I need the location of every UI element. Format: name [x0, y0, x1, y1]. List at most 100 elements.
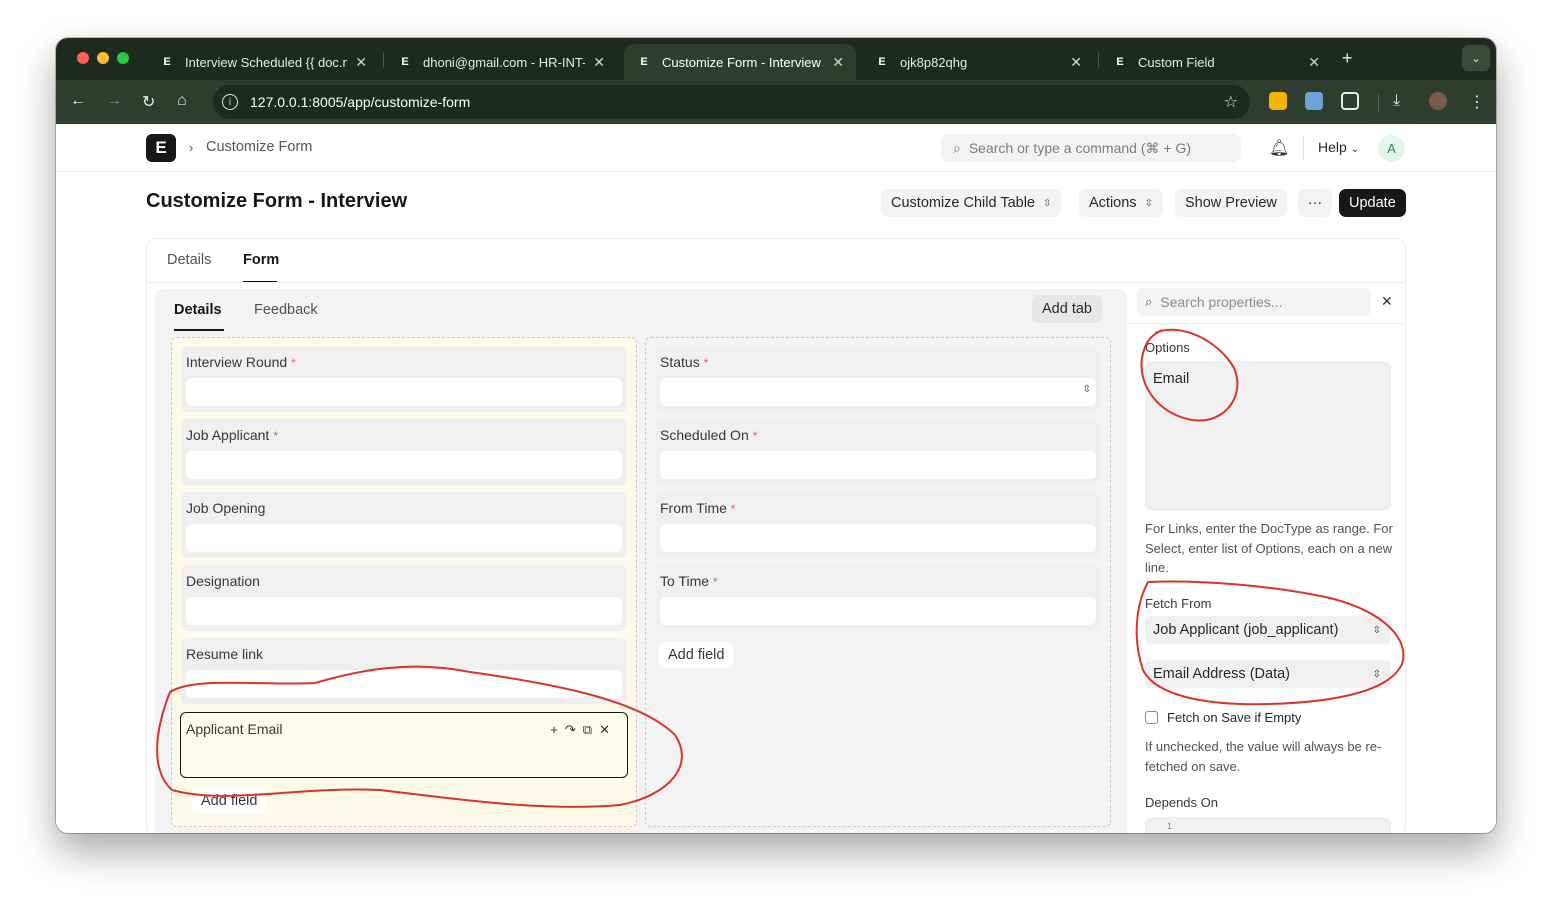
properties-divider	[1129, 323, 1405, 324]
form-builder: Details Feedback Add tab Interview Round…	[155, 289, 1127, 833]
field-applicant-email[interactable]: Applicant Email +↷⧉✕	[180, 712, 628, 778]
address-bar[interactable]: i 127.0.0.1:8005/app/customize-form ☆	[213, 85, 1250, 119]
customize-child-table-button[interactable]: Customize Child Table ⇳	[881, 189, 1062, 217]
form-tab-details[interactable]: Details	[174, 302, 222, 318]
field-input[interactable]	[186, 670, 622, 698]
actions-button[interactable]: Actions ⇳	[1079, 189, 1163, 217]
field-label: Interview Round *	[186, 354, 296, 370]
add-icon: +	[550, 722, 565, 737]
field-input[interactable]	[186, 597, 622, 625]
browser-toolbar: ← → ↻ ⌂ i 127.0.0.1:8005/app/customize-f…	[56, 80, 1496, 124]
field-action-icons[interactable]: +↷⧉✕	[550, 722, 617, 738]
browser-tab[interactable]: E dhoni@gmail.com - HR-INT-2 ✕	[385, 44, 617, 80]
tab-title: Interview Scheduled {{ doc.na	[185, 54, 348, 70]
field-to-time[interactable]: To Time *	[655, 565, 1101, 631]
browser-menu-icon[interactable]: ⋮	[1469, 92, 1485, 112]
notification-bell-icon[interactable]: 🔔︎	[1269, 138, 1289, 158]
close-window-button[interactable]	[77, 52, 89, 64]
reload-icon[interactable]: ↻	[142, 92, 155, 112]
depends-on-code-editor[interactable]: 1	[1145, 817, 1391, 833]
field-job-opening[interactable]: Job Opening	[181, 492, 627, 558]
property-search[interactable]: ⌕ Search properties...	[1137, 288, 1371, 316]
more-options-button[interactable]: ···	[1298, 189, 1332, 217]
updown-caret-icon: ⇳	[1372, 668, 1381, 680]
form-tab-feedback[interactable]: Feedback	[254, 302, 318, 318]
depends-on-label: Depends On	[1145, 795, 1218, 810]
checkbox-box[interactable]	[1145, 711, 1158, 724]
form-column-left: Interview Round * Job Applicant * Job Op…	[171, 337, 637, 827]
field-from-time[interactable]: From Time *	[655, 492, 1101, 558]
field-input[interactable]	[660, 597, 1096, 625]
field-scheduled-on[interactable]: Scheduled On *	[655, 419, 1101, 485]
back-arrow-icon[interactable]: ←	[70, 92, 86, 110]
fetch-on-save-checkbox[interactable]: Fetch on Save if Empty	[1145, 710, 1301, 725]
options-textarea[interactable]: Email	[1145, 361, 1391, 511]
profile-avatar-icon[interactable]	[1429, 92, 1447, 110]
form-column-right: Status * ⇳ Scheduled On * From Time * To…	[645, 337, 1111, 827]
show-preview-button[interactable]: Show Preview	[1175, 189, 1287, 217]
close-tab-icon[interactable]: ✕	[832, 54, 844, 71]
search-placeholder: Search properties...	[1160, 294, 1283, 310]
tab-search-chevron-icon[interactable]: ⌄	[1462, 45, 1490, 71]
browser-tab-active[interactable]: E Customize Form - Interview ✕	[624, 44, 856, 80]
tab-form[interactable]: Form	[243, 252, 279, 268]
close-properties-icon[interactable]: ✕	[1381, 293, 1393, 310]
search-placeholder: Search or type a command (⌘ + G)	[968, 139, 1191, 156]
app-logo[interactable]: E	[146, 134, 176, 162]
field-resume-link[interactable]: Resume link	[181, 638, 627, 704]
browser-tab[interactable]: E ojk8p82qhg ✕	[862, 44, 1094, 80]
tabs-divider	[147, 282, 1405, 283]
site-info-icon[interactable]: i	[222, 94, 238, 110]
field-input[interactable]	[186, 524, 622, 552]
bookmark-star-icon[interactable]: ☆	[1224, 92, 1238, 112]
maximize-window-button[interactable]	[117, 52, 129, 64]
field-interview-round[interactable]: Interview Round *	[181, 346, 627, 412]
awesomebar-search[interactable]: ⌕ Search or type a command (⌘ + G)	[941, 134, 1241, 162]
field-designation[interactable]: Designation	[181, 565, 627, 631]
field-input[interactable]	[660, 451, 1096, 479]
tab-details[interactable]: Details	[167, 252, 211, 268]
close-tab-icon[interactable]: ✕	[355, 54, 367, 71]
field-label: Applicant Email	[186, 721, 283, 737]
updown-caret-icon: ⇳	[1372, 624, 1381, 636]
field-input[interactable]	[660, 524, 1096, 552]
extensions-puzzle-icon[interactable]	[1341, 92, 1359, 110]
updown-caret-icon: ⇳	[1043, 197, 1052, 209]
field-job-applicant[interactable]: Job Applicant *	[181, 419, 627, 485]
download-icon[interactable]: ⤓	[1393, 92, 1400, 110]
active-subtab-indicator	[174, 329, 224, 331]
fetch-from-field-select[interactable]: Email Address (Data) ⇳	[1145, 660, 1391, 688]
field-input[interactable]	[186, 451, 622, 479]
fetch-from-doctype-select[interactable]: Job Applicant (job_applicant) ⇳	[1145, 616, 1391, 644]
extension-icon[interactable]	[1305, 92, 1323, 110]
options-help-text: For Links, enter the DocType as range. F…	[1145, 521, 1393, 575]
remove-icon: ✕	[599, 722, 617, 737]
field-select[interactable]	[660, 378, 1096, 406]
close-tab-icon[interactable]: ✕	[1308, 54, 1320, 71]
user-avatar[interactable]: A	[1378, 135, 1405, 162]
add-field-button[interactable]: Add field	[659, 642, 734, 668]
add-tab-button[interactable]: Add tab	[1032, 295, 1102, 323]
url-text: 127.0.0.1:8005/app/customize-form	[250, 94, 471, 110]
move-arrow-icon: ↷	[564, 722, 583, 737]
forward-arrow-icon[interactable]: →	[106, 92, 122, 110]
breadcrumb-customize-form[interactable]: Customize Form	[206, 139, 312, 155]
minimize-window-button[interactable]	[97, 52, 109, 64]
browser-tab[interactable]: E Interview Scheduled {{ doc.na ✕	[147, 44, 379, 80]
update-button[interactable]: Update	[1339, 189, 1406, 217]
add-field-button[interactable]: Add field	[192, 788, 267, 814]
close-tab-icon[interactable]: ✕	[1070, 54, 1082, 71]
field-status[interactable]: Status * ⇳	[655, 346, 1101, 412]
new-tab-plus-icon[interactable]: +	[1342, 48, 1353, 69]
updown-caret-icon: ⇳	[1082, 384, 1091, 395]
help-dropdown[interactable]: Help ⌄	[1318, 139, 1359, 155]
customize-form-card: Details Form Details Feedback Add tab In…	[146, 238, 1406, 833]
field-input[interactable]	[186, 378, 622, 406]
help-label: Help	[1318, 139, 1347, 155]
browser-tab[interactable]: E Custom Field ✕	[1100, 44, 1332, 80]
options-label: Options	[1145, 340, 1190, 355]
extension-icon[interactable]	[1269, 92, 1287, 110]
field-label: Job Applicant *	[186, 427, 278, 443]
home-icon[interactable]: ⌂	[177, 92, 187, 110]
close-tab-icon[interactable]: ✕	[593, 54, 605, 71]
